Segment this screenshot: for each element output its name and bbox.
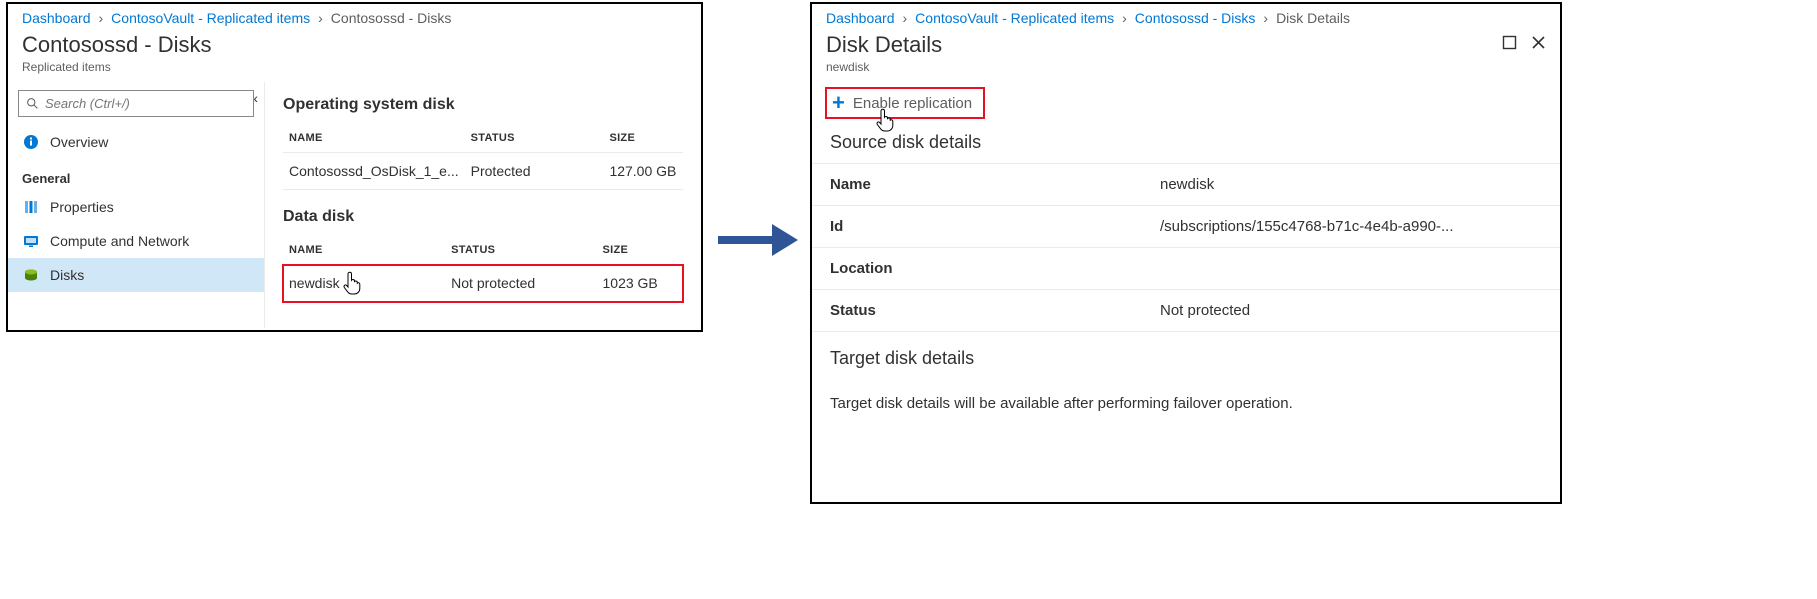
- sidebar-item-properties[interactable]: Properties: [8, 190, 264, 224]
- chevron-right-icon: ›: [99, 10, 104, 26]
- chevron-right-icon: ›: [903, 10, 908, 26]
- chevron-right-icon: ›: [1122, 10, 1127, 26]
- sidebar-item-overview[interactable]: Overview: [8, 125, 264, 159]
- col-size[interactable]: SIZE: [597, 236, 684, 265]
- cell-name: newdisk: [283, 265, 445, 302]
- chevron-right-icon: ›: [1263, 10, 1268, 26]
- data-disk-heading: Data disk: [283, 208, 683, 226]
- os-disk-heading: Operating system disk: [283, 96, 683, 114]
- breadcrumb-dashboard[interactable]: Dashboard: [826, 10, 895, 26]
- sidebar-item-disks[interactable]: Disks: [8, 258, 264, 292]
- restore-window-icon[interactable]: [1502, 35, 1517, 55]
- page-subtitle: Replicated items: [8, 60, 701, 82]
- breadcrumb-disks[interactable]: Contosossd - Disks: [1135, 10, 1256, 26]
- col-status[interactable]: STATUS: [465, 124, 604, 153]
- breadcrumb-dashboard[interactable]: Dashboard: [22, 10, 91, 26]
- kv-row-id: Id /subscriptions/155c4768-b71c-4e4b-a99…: [812, 205, 1560, 247]
- search-input[interactable]: [18, 90, 254, 117]
- breadcrumb: Dashboard › ContosoVault - Replicated it…: [8, 4, 701, 30]
- sidebar-item-compute-network[interactable]: Compute and Network: [8, 224, 264, 258]
- kv-value: Not protected: [1160, 302, 1542, 319]
- page-subtitle: newdisk: [812, 60, 1560, 82]
- col-size[interactable]: SIZE: [603, 124, 683, 153]
- properties-icon: [22, 198, 40, 216]
- col-name[interactable]: NAME: [283, 124, 465, 153]
- kv-key: Location: [830, 260, 1160, 277]
- cell-status: Protected: [465, 153, 604, 190]
- kv-row-name: Name newdisk: [812, 163, 1560, 205]
- data-disk-table: NAME STATUS SIZE newdisk Not protecte: [283, 236, 683, 302]
- kv-value: [1160, 260, 1542, 277]
- os-disk-table: NAME STATUS SIZE Contosossd_OsDisk_1_e..…: [283, 124, 683, 190]
- content-area: Operating system disk NAME STATUS SIZE C…: [265, 82, 701, 328]
- table-row[interactable]: Contosossd_OsDisk_1_e... Protected 127.0…: [283, 153, 683, 190]
- kv-key: Id: [830, 218, 1160, 235]
- cell-name: Contosossd_OsDisk_1_e...: [283, 153, 465, 190]
- cell-status: Not protected: [445, 265, 596, 302]
- kv-value: /subscriptions/155c4768-b71c-4e4b-a990-.…: [1160, 218, 1542, 235]
- arrow-icon: [718, 220, 798, 260]
- page-title: Contosossd - Disks: [22, 32, 212, 58]
- breadcrumb: Dashboard › ContosoVault - Replicated it…: [812, 4, 1560, 30]
- breadcrumb-vault[interactable]: ContosoVault - Replicated items: [111, 10, 310, 26]
- cell-size: 127.00 GB: [603, 153, 683, 190]
- plus-icon: +: [832, 92, 845, 114]
- col-name[interactable]: NAME: [283, 236, 445, 265]
- kv-key: Name: [830, 176, 1160, 193]
- kv-key: Status: [830, 302, 1160, 319]
- close-icon[interactable]: [1531, 35, 1546, 55]
- cell-size: 1023 GB: [597, 265, 684, 302]
- sidebar-item-label: Overview: [50, 134, 108, 150]
- source-disk-heading: Source disk details: [812, 128, 1560, 163]
- kv-row-status: Status Not protected: [812, 289, 1560, 332]
- sidebar-item-label: Compute and Network: [50, 233, 189, 249]
- kv-row-location: Location: [812, 247, 1560, 289]
- disks-icon: [22, 266, 40, 284]
- enable-replication-button[interactable]: + Enable replication: [826, 88, 984, 118]
- breadcrumb-vault[interactable]: ContosoVault - Replicated items: [915, 10, 1114, 26]
- sidebar-item-label: Disks: [50, 267, 84, 283]
- target-disk-heading: Target disk details: [812, 332, 1560, 379]
- cursor-hand-icon: [341, 271, 361, 295]
- col-status[interactable]: STATUS: [445, 236, 596, 265]
- chevron-right-icon: ›: [318, 10, 323, 26]
- breadcrumb-current: Disk Details: [1276, 10, 1350, 26]
- enable-replication-label: Enable replication: [853, 95, 972, 112]
- kv-value: newdisk: [1160, 176, 1542, 193]
- sidebar: « Overview General Properties: [8, 82, 265, 328]
- target-disk-note: Target disk details will be available af…: [812, 379, 1560, 428]
- info-icon: [22, 133, 40, 151]
- sidebar-group-general: General: [8, 159, 264, 190]
- breadcrumb-current: Contosossd - Disks: [331, 10, 452, 26]
- page-title: Disk Details: [826, 32, 942, 58]
- compute-network-icon: [22, 232, 40, 250]
- disk-details-blade: Dashboard › ContosoVault - Replicated it…: [810, 2, 1562, 504]
- sidebar-item-label: Properties: [50, 199, 114, 215]
- disks-blade: Dashboard › ContosoVault - Replicated it…: [6, 2, 703, 332]
- table-row-newdisk[interactable]: newdisk Not protected 1023 GB: [283, 265, 683, 302]
